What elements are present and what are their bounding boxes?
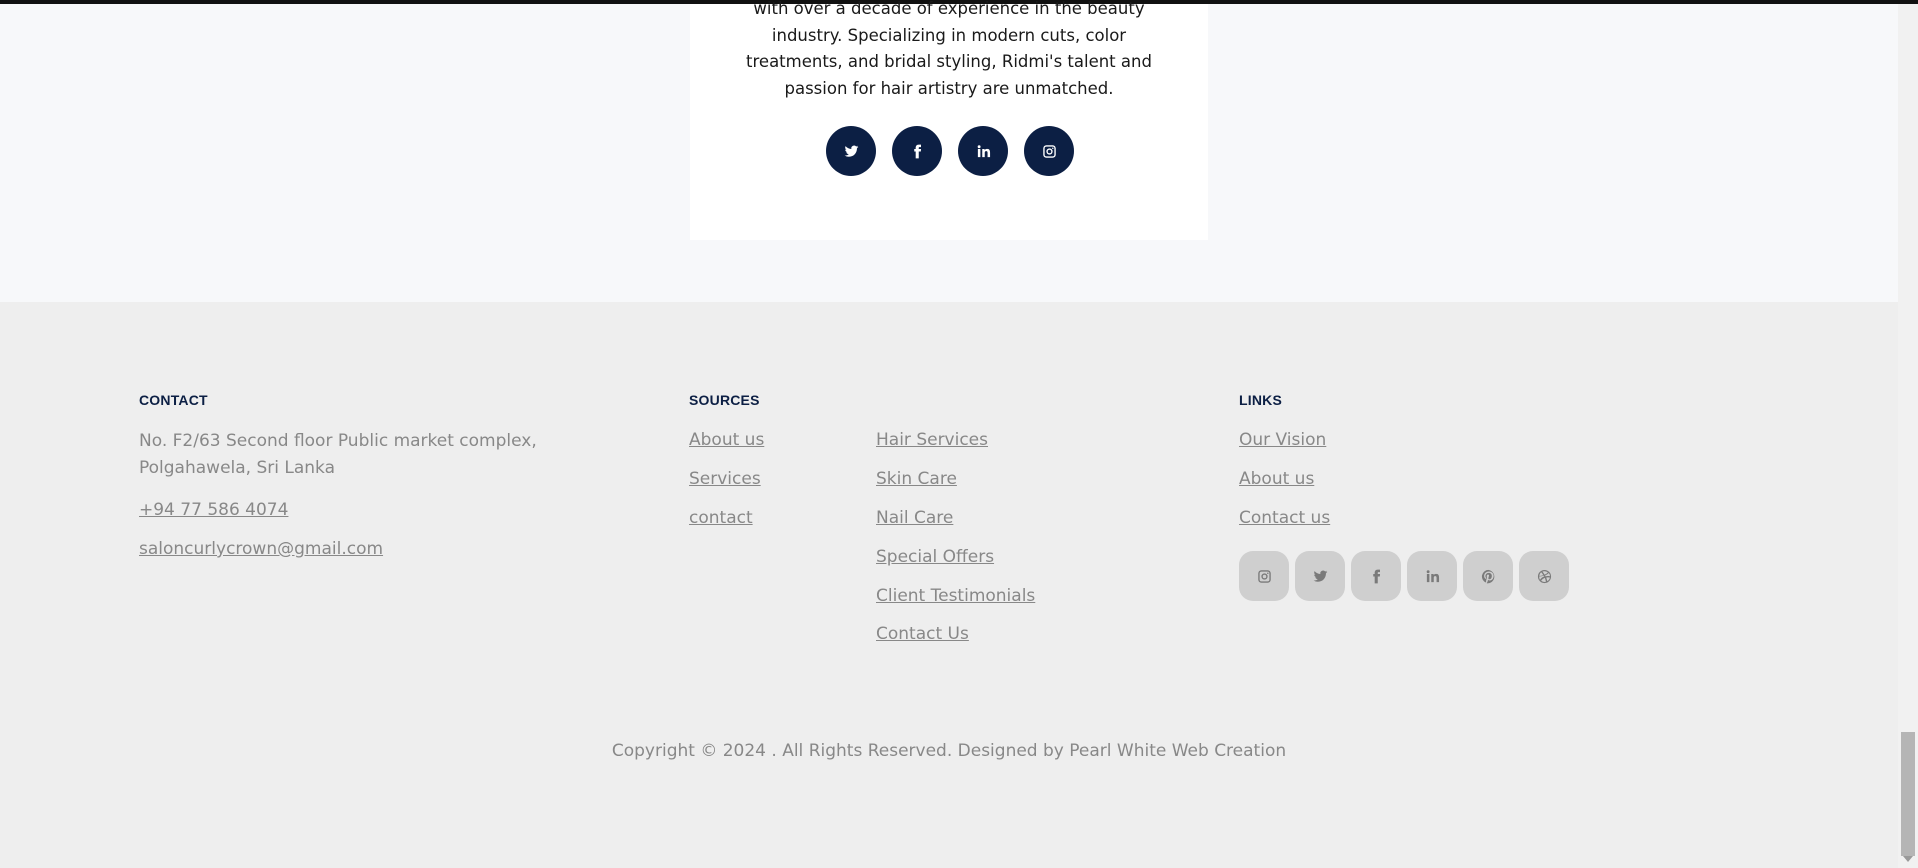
contact-email-link[interactable]: saloncurlycrown@gmail.com [139,539,383,559]
linkedin-icon [977,144,990,157]
linkedin-link[interactable] [958,126,1008,176]
scroll-down-arrow-icon[interactable] [1903,856,1913,862]
dribbble-icon [1537,569,1551,583]
twitter-icon [844,145,858,157]
footer-pinterest-link[interactable] [1463,551,1513,601]
sources-link-services[interactable]: Services [689,469,761,489]
sources-link-special-offers[interactable]: Special Offers [876,547,994,567]
contact-phone-link[interactable]: +94 77 586 4074 [139,500,288,520]
instagram-icon [1257,569,1271,583]
sources-link-hair-services[interactable]: Hair Services [876,430,988,450]
twitter-link[interactable] [826,126,876,176]
footer-social-links [1239,551,1569,601]
instagram-icon [1042,144,1056,158]
site-footer: CONTACT No. F2/63 Second floor Public ma… [0,302,1898,868]
twitter-icon [1313,570,1327,582]
team-member-bio: with over a decade of experience in the … [746,0,1152,98]
sources-link-contact[interactable]: contact [689,508,753,528]
links-link-contact-us[interactable]: Contact us [1239,508,1330,528]
footer-instagram-link[interactable] [1239,551,1289,601]
contact-address: No. F2/63 Second floor Public market com… [139,431,537,478]
footer-facebook-link[interactable] [1351,551,1401,601]
facebook-icon [1372,569,1380,583]
sources-link-skin-care[interactable]: Skin Care [876,469,957,489]
sources-title: SOURCES [689,392,760,408]
footer-linkedin-link[interactable] [1407,551,1457,601]
sources-link-client-testimonials[interactable]: Client Testimonials [876,586,1035,606]
facebook-icon [913,144,921,158]
links-link-about-us[interactable]: About us [1239,469,1314,489]
copyright-text: Copyright © 2024 . All Rights Reserved. … [611,741,1287,761]
facebook-link[interactable] [892,126,942,176]
scrollbar-thumb[interactable] [1901,732,1915,856]
team-member-card: with over a decade of experience in the … [690,0,1208,240]
pinterest-icon [1481,569,1494,583]
footer-dribbble-link[interactable] [1519,551,1569,601]
sources-link-about-us[interactable]: About us [689,430,764,450]
vertical-scrollbar[interactable] [1898,4,1918,868]
team-section: with over a decade of experience in the … [0,0,1898,302]
links-link-our-vision[interactable]: Our Vision [1239,430,1326,450]
team-member-social-links [826,126,1074,176]
contact-title: CONTACT [139,392,208,408]
instagram-link[interactable] [1024,126,1074,176]
links-title: LINKS [1239,392,1282,408]
sources-link-nail-care[interactable]: Nail Care [876,508,953,528]
footer-twitter-link[interactable] [1295,551,1345,601]
sources-link-contact-us[interactable]: Contact Us [876,624,969,644]
linkedin-icon [1426,569,1439,582]
